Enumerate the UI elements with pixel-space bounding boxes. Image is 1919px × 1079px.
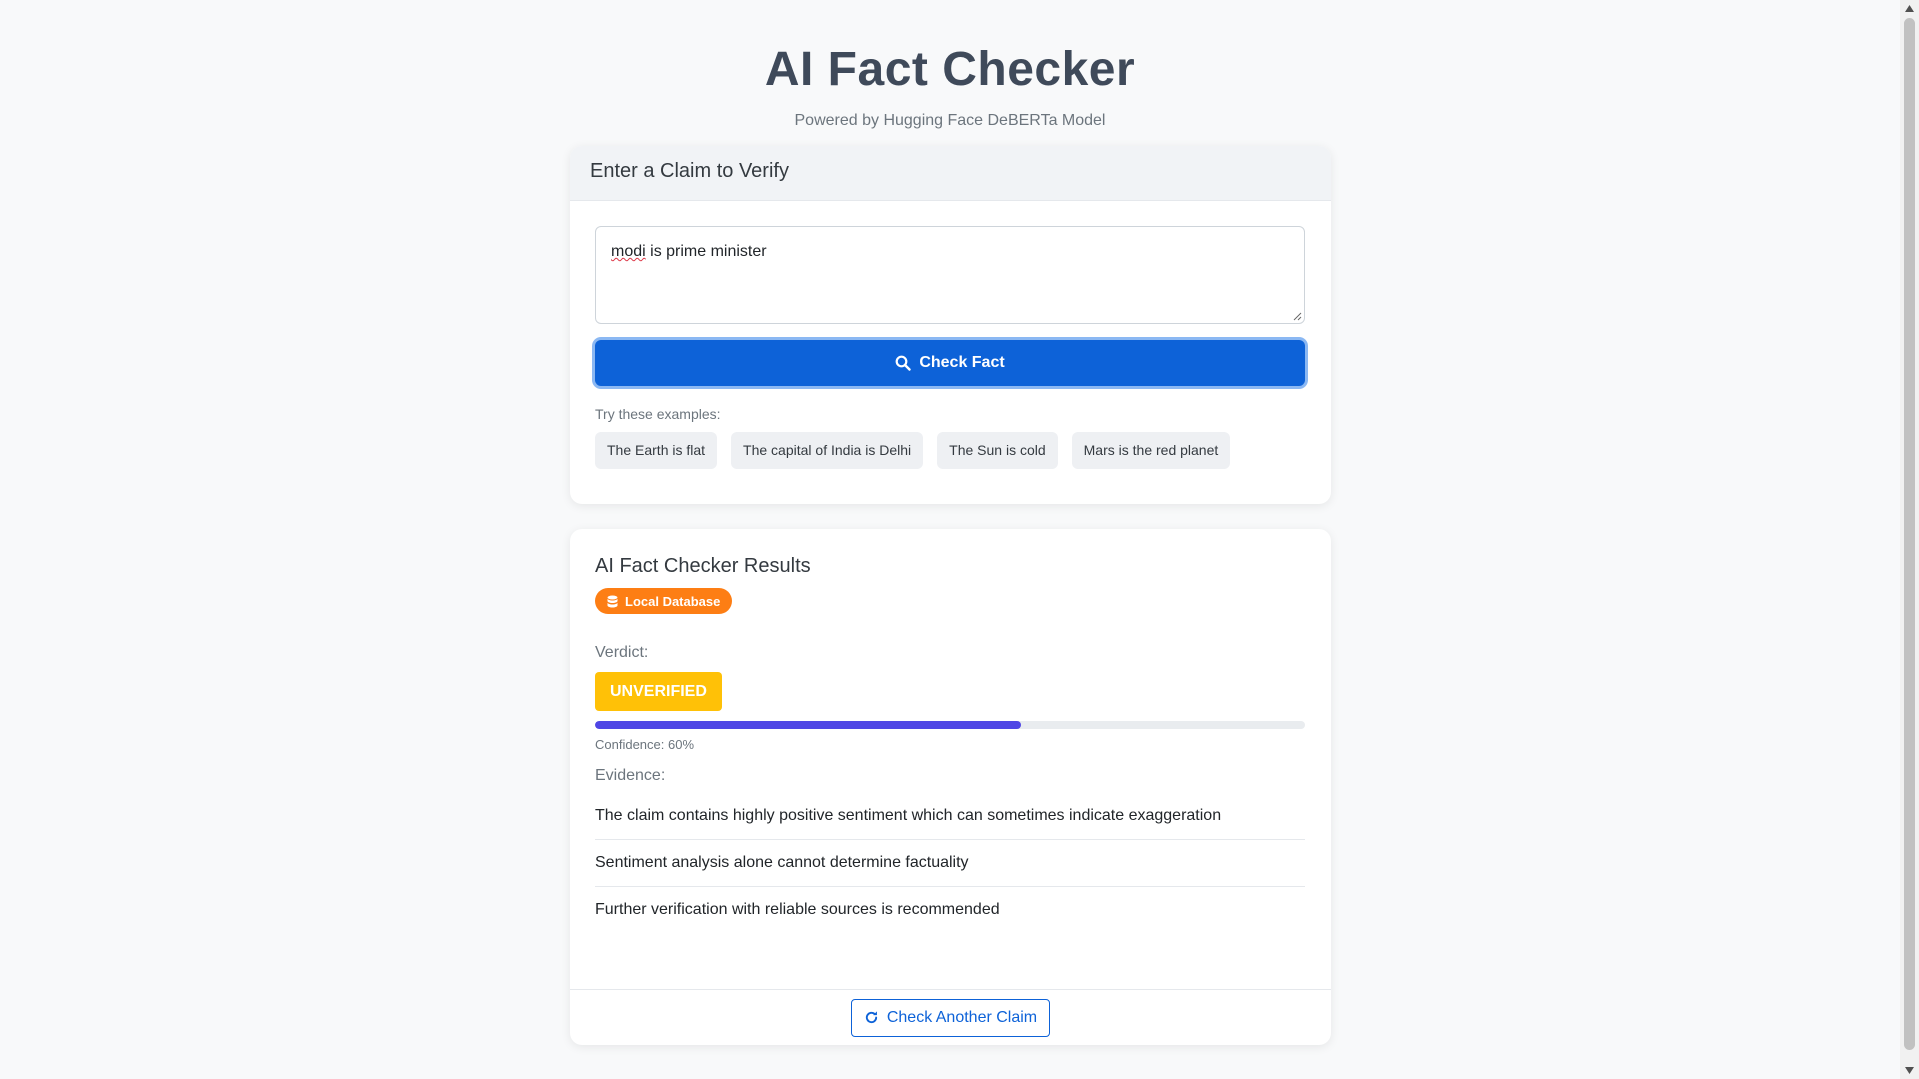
- confidence-text: Confidence: 60%: [595, 737, 695, 752]
- claim-input[interactable]: modi is prime minister: [595, 226, 1305, 324]
- source-badge: Local Database: [595, 588, 733, 614]
- evidence-item: Sentiment analysis alone cannot determin…: [595, 840, 1305, 887]
- resize-handle-icon[interactable]: [1292, 311, 1302, 321]
- search-icon: [895, 355, 912, 371]
- check-another-claim-label: Check Another Claim: [886, 1008, 1038, 1026]
- scroll-down-arrow-icon[interactable]: [1904, 1064, 1915, 1076]
- evidence-list: The claim contains highly positive senti…: [595, 793, 1305, 933]
- examples-list: The Earth is flat The capital of India i…: [595, 432, 1306, 469]
- check-fact-button[interactable]: Check Fact: [595, 340, 1305, 386]
- evidence-item: Further verification with reliable sourc…: [595, 901, 1000, 918]
- vertical-scrollbar[interactable]: [1900, 0, 1919, 1079]
- redo-icon: [865, 1011, 877, 1024]
- verdict-badge: UNVERIFIED: [595, 672, 722, 711]
- example-chip[interactable]: The Earth is flat: [595, 432, 718, 469]
- claim-input-text: is prime minister: [645, 243, 767, 260]
- page-subtitle: Powered by Hugging Face DeBERTa Model: [794, 112, 1106, 129]
- claim-card-heading: Enter a Claim to Verify: [570, 146, 1331, 201]
- verdict-label: Verdict:: [595, 644, 649, 661]
- example-chip[interactable]: The capital of India is Delhi: [731, 432, 924, 469]
- claim-card: Enter a Claim to Verify modi is prime mi…: [570, 146, 1331, 504]
- source-badge-label: Local Database: [625, 593, 721, 609]
- page-title: AI Fact Checker: [764, 43, 1136, 96]
- example-chip[interactable]: Mars is the red planet: [1071, 432, 1231, 469]
- confidence-bar-fill: [595, 721, 1021, 729]
- check-another-claim-button[interactable]: Check Another Claim: [850, 998, 1051, 1037]
- confidence-bar: [595, 721, 1305, 729]
- scroll-up-arrow-icon[interactable]: [1904, 3, 1915, 15]
- example-chip[interactable]: The Sun is cold: [937, 432, 1058, 469]
- check-fact-label: Check Fact: [919, 354, 1005, 371]
- claim-input-misspelled-word: modi: [611, 243, 646, 260]
- scrollbar-thumb[interactable]: [1904, 18, 1915, 1050]
- results-title: AI Fact Checker Results: [595, 555, 811, 577]
- results-card: AI Fact Checker Results Local Database V…: [570, 529, 1331, 1045]
- database-icon: [607, 595, 618, 607]
- page-header: AI Fact Checker Powered by Hugging Face …: [0, 42, 1900, 130]
- results-footer: Check Another Claim: [570, 989, 1331, 1045]
- evidence-item: The claim contains highly positive senti…: [595, 793, 1305, 840]
- evidence-label: Evidence:: [595, 767, 666, 784]
- examples-label: Try these examples:: [595, 406, 721, 422]
- page: AI Fact Checker Powered by Hugging Face …: [0, 0, 1900, 1079]
